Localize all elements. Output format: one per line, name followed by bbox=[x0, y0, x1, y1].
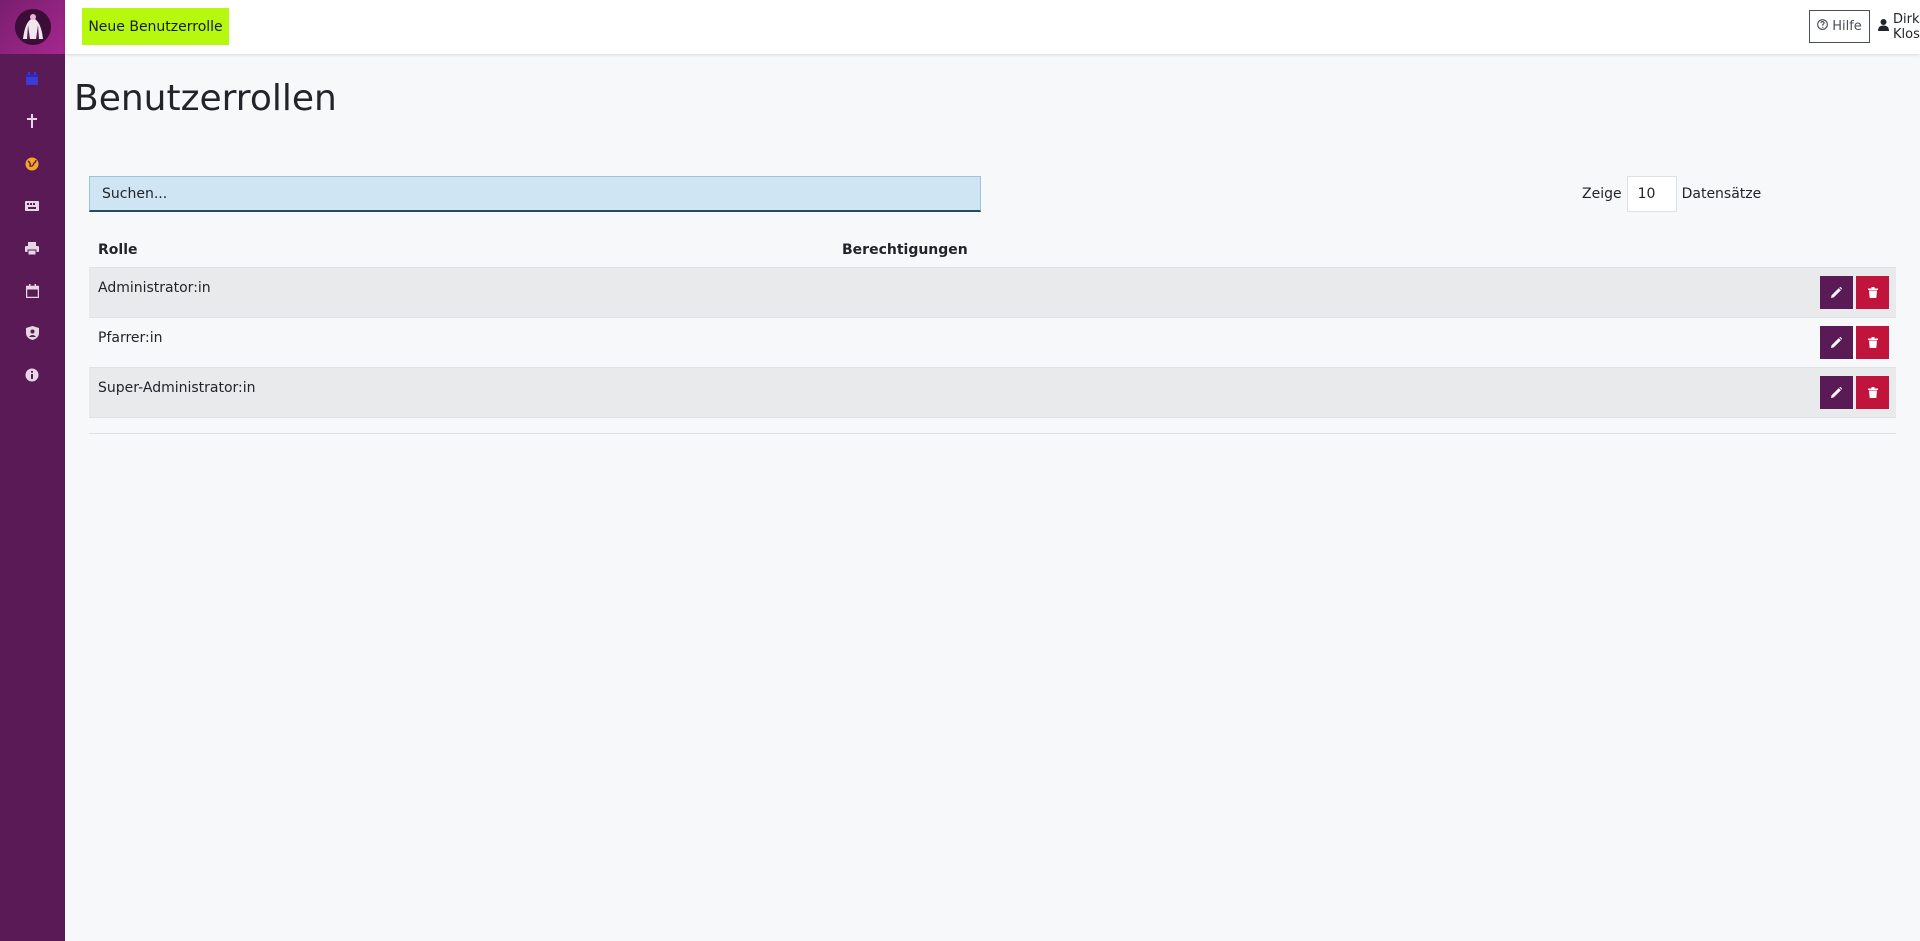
edit-button[interactable] bbox=[1820, 276, 1853, 309]
printer-icon[interactable] bbox=[22, 238, 42, 258]
search-input[interactable] bbox=[89, 176, 981, 212]
page-size-select[interactable]: 10 bbox=[1626, 176, 1677, 212]
globe-icon[interactable] bbox=[22, 154, 42, 174]
column-header-role[interactable]: Rolle bbox=[98, 242, 138, 258]
role-name: Super-Administrator:in bbox=[98, 380, 256, 396]
calendar-icon[interactable] bbox=[22, 281, 42, 301]
table-row: Super-Administrator:in bbox=[89, 368, 1896, 418]
row-actions bbox=[1820, 376, 1889, 409]
row-actions bbox=[1820, 326, 1889, 359]
table-footer-line bbox=[89, 418, 1896, 434]
delete-button[interactable] bbox=[1856, 376, 1889, 409]
question-circle-icon bbox=[1817, 19, 1829, 34]
column-header-permissions[interactable]: Berechtigungen bbox=[842, 242, 968, 258]
page-size-control: Zeige 10 Datensätze bbox=[1582, 176, 1761, 212]
help-label: Hilfe bbox=[1832, 19, 1862, 34]
table-row: Pfarrer:in bbox=[89, 318, 1896, 368]
calendar-check-icon[interactable] bbox=[22, 69, 42, 89]
sidebar bbox=[0, 0, 65, 941]
pencil-icon bbox=[1831, 287, 1842, 298]
user-menu[interactable]: Dirk Klose bbox=[1878, 10, 1920, 43]
roles-table: Rolle Berechtigungen Administrator:in Pf… bbox=[89, 232, 1896, 434]
user-icon bbox=[1878, 18, 1889, 35]
pencil-icon bbox=[1831, 337, 1842, 348]
help-button[interactable]: Hilfe bbox=[1809, 10, 1870, 43]
page-title: Benutzerrollen bbox=[74, 78, 337, 119]
app-logo[interactable] bbox=[14, 9, 51, 45]
user-shield-icon[interactable] bbox=[22, 323, 42, 343]
topbar: Neue Benutzerrolle Hilfe Dirk Klose bbox=[65, 0, 1920, 54]
edit-button[interactable] bbox=[1820, 326, 1853, 359]
new-role-button[interactable]: Neue Benutzerrolle bbox=[82, 8, 229, 45]
info-icon[interactable] bbox=[22, 365, 42, 385]
table-header: Rolle Berechtigungen bbox=[89, 232, 1896, 268]
records-label: Datensätze bbox=[1681, 186, 1762, 202]
delete-button[interactable] bbox=[1856, 276, 1889, 309]
show-label: Zeige bbox=[1582, 186, 1622, 202]
role-name: Pfarrer:in bbox=[98, 330, 163, 346]
trash-icon bbox=[1867, 287, 1878, 298]
trash-icon bbox=[1867, 387, 1878, 398]
table-row: Administrator:in bbox=[89, 268, 1896, 318]
role-name: Administrator:in bbox=[98, 280, 211, 296]
edit-button[interactable] bbox=[1820, 376, 1853, 409]
trash-icon bbox=[1867, 337, 1878, 348]
cross-icon[interactable] bbox=[22, 111, 42, 131]
keyboard-icon[interactable] bbox=[22, 196, 42, 216]
pencil-icon bbox=[1831, 387, 1842, 398]
user-name: Dirk Klose bbox=[1893, 11, 1920, 42]
row-actions bbox=[1820, 276, 1889, 309]
delete-button[interactable] bbox=[1856, 326, 1889, 359]
logo-area[interactable] bbox=[0, 0, 65, 54]
